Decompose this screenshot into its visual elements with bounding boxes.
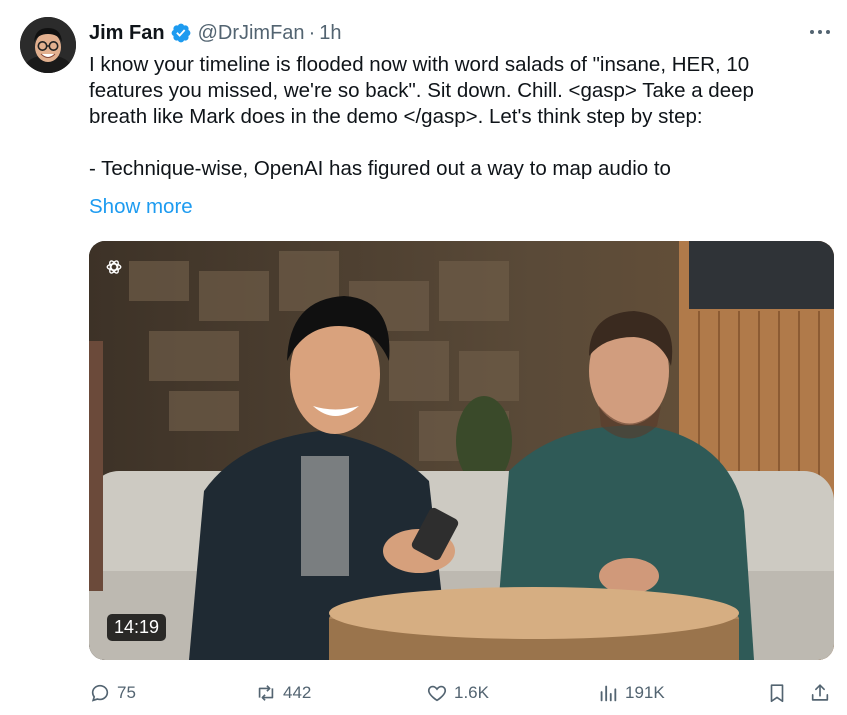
show-more-link[interactable]: Show more <box>89 195 193 219</box>
action-bar: 75 442 1.6K 191K <box>89 678 834 708</box>
views-button[interactable]: 191K <box>597 678 665 708</box>
tweet-text: I know your timeline is flooded now with… <box>89 52 819 182</box>
openai-logo-icon <box>105 258 123 276</box>
like-button[interactable]: 1.6K <box>426 678 489 708</box>
more-options-icon[interactable] <box>805 22 835 42</box>
repost-button[interactable]: 442 <box>255 678 311 708</box>
tweet-text-line: features you missed, we're so back". Sit… <box>89 79 754 102</box>
like-count: 1.6K <box>454 683 489 702</box>
video-thumbnail <box>89 241 834 660</box>
verified-badge-icon[interactable] <box>170 22 192 44</box>
repost-count: 442 <box>283 683 312 702</box>
reply-count: 75 <box>117 683 136 702</box>
author-handle[interactable]: @DrJimFan <box>198 22 305 45</box>
share-icon <box>811 684 829 701</box>
repost-icon <box>258 685 274 701</box>
reply-button[interactable]: 75 <box>89 678 136 708</box>
share-button[interactable] <box>809 678 831 708</box>
bookmark-icon <box>770 684 784 703</box>
tweet-timestamp[interactable]: 1h <box>319 22 341 45</box>
tweet-text-line: - Technique-wise, OpenAI has figured out… <box>89 157 671 180</box>
bookmark-button[interactable] <box>766 678 788 708</box>
video-player[interactable]: 14:19 <box>89 241 834 660</box>
tweet-text-line: breath like Mark does in the demo </gasp… <box>89 105 703 128</box>
video-duration: 14:19 <box>107 614 167 641</box>
avatar[interactable] <box>20 17 76 73</box>
views-count: 191K <box>625 683 665 702</box>
views-chart-icon <box>600 685 617 702</box>
author-name[interactable]: Jim Fan <box>89 22 165 45</box>
header-separator: · <box>308 21 316 44</box>
tweet-header: Jim Fan @DrJimFan · 1h <box>89 20 341 46</box>
reply-icon <box>91 684 109 702</box>
tweet-text-line: I know your timeline is flooded now with… <box>89 53 750 76</box>
heart-icon <box>427 685 447 702</box>
